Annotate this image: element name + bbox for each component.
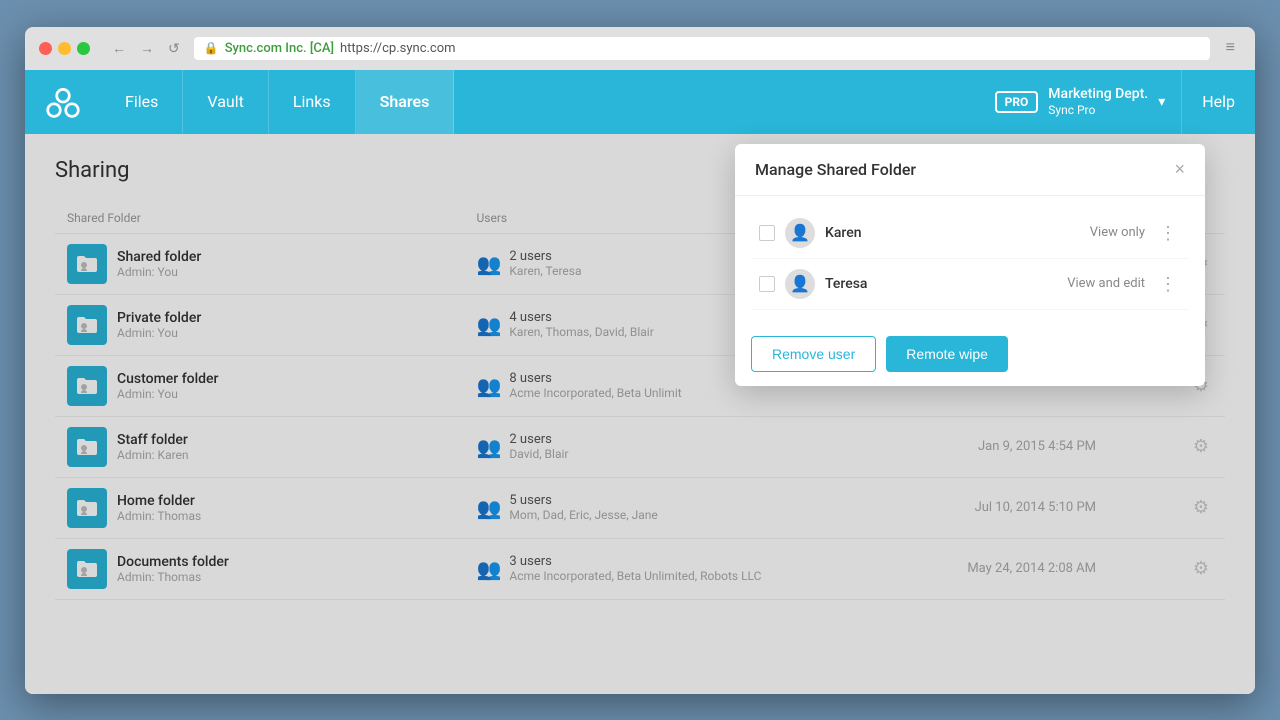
remote-wipe-button[interactable]: Remote wipe <box>886 336 1008 372</box>
account-area: PRO Marketing Dept. Sync Pro ▾ <box>979 85 1182 119</box>
manage-shared-folder-modal: Manage Shared Folder × 👤 Karen View only… <box>735 144 1205 386</box>
modal-user-row: 👤 Karen View only ⋮ <box>751 208 1189 259</box>
modal-header: Manage Shared Folder × <box>735 144 1205 196</box>
modal-user-row: 👤 Teresa View and edit ⋮ <box>751 259 1189 310</box>
browser-nav: ← → ↺ <box>108 38 184 59</box>
address-bar[interactable]: 🔒 Sync.com Inc. [CA] https://cp.sync.com <box>194 37 1210 60</box>
pro-badge: PRO <box>995 91 1039 113</box>
modal-close-button[interactable]: × <box>1174 160 1185 178</box>
browser-menu-button[interactable]: ≡ <box>1220 37 1241 59</box>
modal-body: 👤 Karen View only ⋮ 👤 Teresa View and ed… <box>735 196 1205 322</box>
user-permission-teresa: View and edit <box>1067 276 1145 291</box>
nav-links: Files Vault Links Shares <box>101 70 454 134</box>
top-nav: Files Vault Links Shares PRO Marketing D… <box>25 70 1255 134</box>
user-more-button-karen[interactable]: ⋮ <box>1155 222 1181 244</box>
modal-overlay: Manage Shared Folder × 👤 Karen View only… <box>25 134 1255 694</box>
user-avatar-teresa: 👤 <box>785 269 815 299</box>
url-text: https://cp.sync.com <box>340 41 456 56</box>
nav-link-shares[interactable]: Shares <box>356 70 455 134</box>
chevron-down-icon[interactable]: ▾ <box>1158 94 1165 110</box>
minimize-traffic-light[interactable] <box>58 42 71 55</box>
account-name: Marketing Dept. Sync Pro <box>1048 85 1148 119</box>
remove-user-button[interactable]: Remove user <box>751 336 876 372</box>
nav-link-files[interactable]: Files <box>101 70 183 134</box>
user-more-button-teresa[interactable]: ⋮ <box>1155 273 1181 295</box>
logo-area <box>25 84 101 120</box>
lock-icon: 🔒 <box>204 41 219 55</box>
user-permission-karen: View only <box>1090 225 1145 240</box>
logo-icon <box>45 84 81 120</box>
user-checkbox-teresa[interactable] <box>759 276 775 292</box>
user-checkbox-karen[interactable] <box>759 225 775 241</box>
traffic-lights <box>39 42 90 55</box>
browser-window: ← → ↺ 🔒 Sync.com Inc. [CA] https://cp.sy… <box>25 27 1255 694</box>
modal-title: Manage Shared Folder <box>755 160 916 179</box>
refresh-button[interactable]: ↺ <box>164 38 184 59</box>
maximize-traffic-light[interactable] <box>77 42 90 55</box>
user-avatar-karen: 👤 <box>785 218 815 248</box>
help-link[interactable]: Help <box>1181 70 1255 134</box>
user-name-karen: Karen <box>825 225 1080 241</box>
back-button[interactable]: ← <box>108 38 130 59</box>
modal-footer: Remove user Remote wipe <box>735 322 1205 386</box>
close-traffic-light[interactable] <box>39 42 52 55</box>
forward-button[interactable]: → <box>136 38 158 59</box>
nav-link-links[interactable]: Links <box>269 70 356 134</box>
app-content: Files Vault Links Shares PRO Marketing D… <box>25 70 1255 694</box>
browser-titlebar: ← → ↺ 🔒 Sync.com Inc. [CA] https://cp.sy… <box>25 27 1255 70</box>
nav-link-vault[interactable]: Vault <box>183 70 268 134</box>
user-name-teresa: Teresa <box>825 276 1057 292</box>
site-name: Sync.com Inc. [CA] <box>225 41 334 56</box>
main-content: Sharing Shared Folder Users <box>25 134 1255 694</box>
